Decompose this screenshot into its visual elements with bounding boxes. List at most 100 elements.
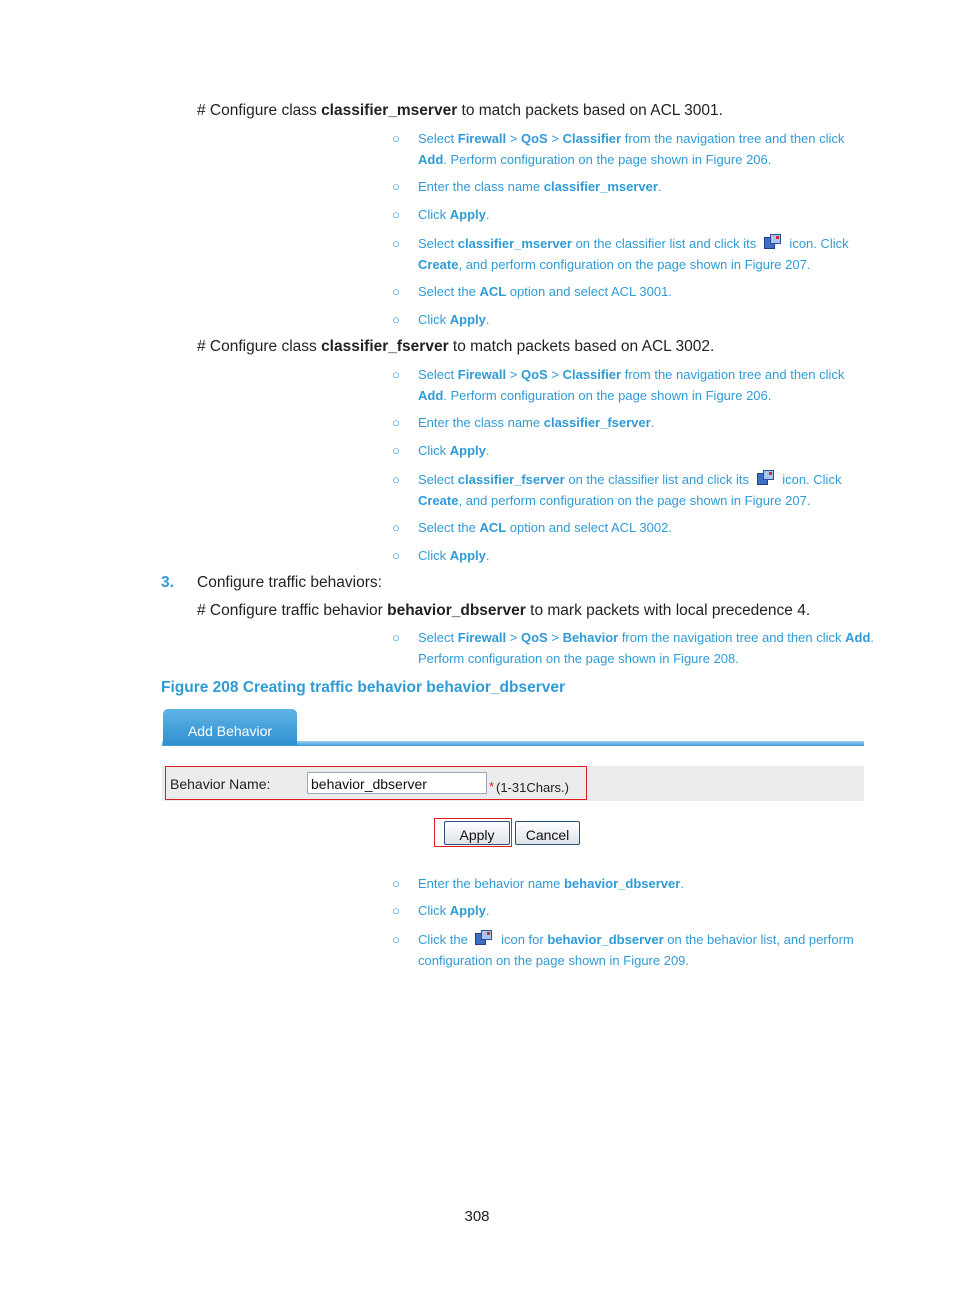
bold-term: QoS [521,367,548,382]
figure-link[interactable]: Figure 207 [745,257,807,272]
paragraph-text: Select Firewall > QoS > Behavior from th… [418,627,874,669]
page-number: 308 [464,1208,490,1225]
figure-link[interactable]: Figure 206 [706,152,768,167]
bold-term: Create [418,257,459,272]
text-run: > [547,630,563,645]
text-run: . Perform configuration on the page show… [443,388,706,403]
length-hint: (1-31Chars.) [496,780,569,795]
bullet-icon: ○ [392,903,400,918]
text-run: from the navigation tree and then click [618,630,846,645]
text-run: . [806,257,811,272]
text-run: from the navigation tree and then click [621,131,845,146]
bold-term: behavior_dbserver [387,602,526,619]
bullet-icon: ○ [392,367,400,382]
highlight-box [434,818,512,847]
text-run: . [485,312,490,327]
bold-term: Behavior [562,630,619,645]
text-run: > [506,367,521,382]
text-run: Select [418,236,458,251]
bold-term: Firewall [457,367,507,382]
text-run: on the classifier list and click its [571,236,760,251]
text-run: icon. Click [778,472,842,487]
text-run: Select the [418,284,480,299]
text-run: option and select ACL 3001. [506,284,672,299]
cancel-button[interactable]: Cancel [515,821,580,845]
bold-term: ACL [479,520,507,535]
text-run: > [506,131,521,146]
configure-icon [756,470,775,486]
bold-term: Apply [449,903,486,918]
text-run: icon. Click [785,236,849,251]
text-run: Click the [418,932,472,947]
text-run: , and perform configuration on the page … [458,257,745,272]
text-run: Select [418,131,458,146]
text-run: icon for [497,932,548,947]
text-run: Select [418,367,458,382]
text-run: . [806,493,811,508]
figure-add-behavior: Add Behavior Behavior Name: behavior_dbs… [162,708,864,853]
text-run: . [485,548,490,563]
text-run: Enter the class name [418,415,544,430]
text-run: # Configure class [197,338,322,355]
text-run: Enter the class name [418,179,544,194]
bullet-icon: ○ [392,284,400,299]
bold-term: behavior_dbserver [563,876,681,891]
behavior-name-input[interactable]: behavior_dbserver [307,772,487,794]
figure-link[interactable]: Figure 207 [745,493,807,508]
text-run: . [485,207,490,222]
bullet-icon: ○ [392,472,400,487]
bold-term: classifier_mserver [543,179,658,194]
paragraph-text: Click Apply. [418,545,874,566]
text-run: . Perform configuration on the page show… [443,152,706,167]
text-run: Select the [418,520,480,535]
paragraph-text: # Configure class classifier_mserver to … [197,100,874,121]
bold-term: Add [418,388,444,403]
bold-term: Apply [449,443,486,458]
bold-term: ACL [479,284,507,299]
text-run: > [547,367,563,382]
bold-term: Create [418,493,459,508]
text-run: on the classifier list and click its [564,472,753,487]
text-run: > [506,630,521,645]
configure-icon [475,930,493,946]
bullet-icon: ○ [392,312,400,327]
bold-term: Classifier [562,367,622,382]
text-run: . [650,415,655,430]
bold-term: Add [418,152,444,167]
text-run: Configure traffic behaviors: [197,574,382,591]
bullet-icon: ○ [392,415,400,430]
bold-term: Apply [449,312,486,327]
bold-term: QoS [521,131,548,146]
paragraph-text: Click Apply. [418,440,874,461]
text-run: to match packets based on ACL 3002. [448,338,715,355]
bullet-icon: ○ [392,236,400,251]
text-run: . [485,903,490,918]
figure-link[interactable]: Figure 209 [623,953,685,968]
text-run: Select [418,630,458,645]
paragraph-text: Select classifier_mserver on the classif… [418,233,874,275]
configure-icon [763,234,782,250]
text-run: # Configure traffic behavior [197,602,388,619]
text-run: . [767,388,772,403]
bullet-icon: ○ [392,630,400,645]
figure-caption: Figure 208 Creating traffic behavior beh… [161,679,565,696]
bold-term: Add [845,630,871,645]
tab-add-behavior[interactable]: Add Behavior [163,709,297,745]
paragraph-text: Click Apply. [418,309,874,330]
bold-term: classifier_fserver [457,472,565,487]
document-page: # Configure class classifier_mserver to … [0,0,954,1296]
paragraph-text: # Configure traffic behavior behavior_db… [197,600,874,621]
bold-term: Firewall [457,131,507,146]
bullet-icon: ○ [392,932,400,947]
bold-term: classifier_fserver [321,338,449,355]
figure-link[interactable]: Figure 208 [673,651,735,666]
bold-term: classifier_fserver [543,415,651,430]
figure-link[interactable]: Figure 206 [706,388,768,403]
bold-term: classifier_mserver [321,102,458,119]
required-mark: * [489,779,495,794]
paragraph-text: Select Firewall > QoS > Classifier from … [418,364,874,406]
bullet-icon: ○ [392,548,400,563]
bullet-icon: ○ [392,179,400,194]
paragraph-text: Enter the class name classifier_fserver. [418,412,874,433]
text-run: Click [418,548,450,563]
